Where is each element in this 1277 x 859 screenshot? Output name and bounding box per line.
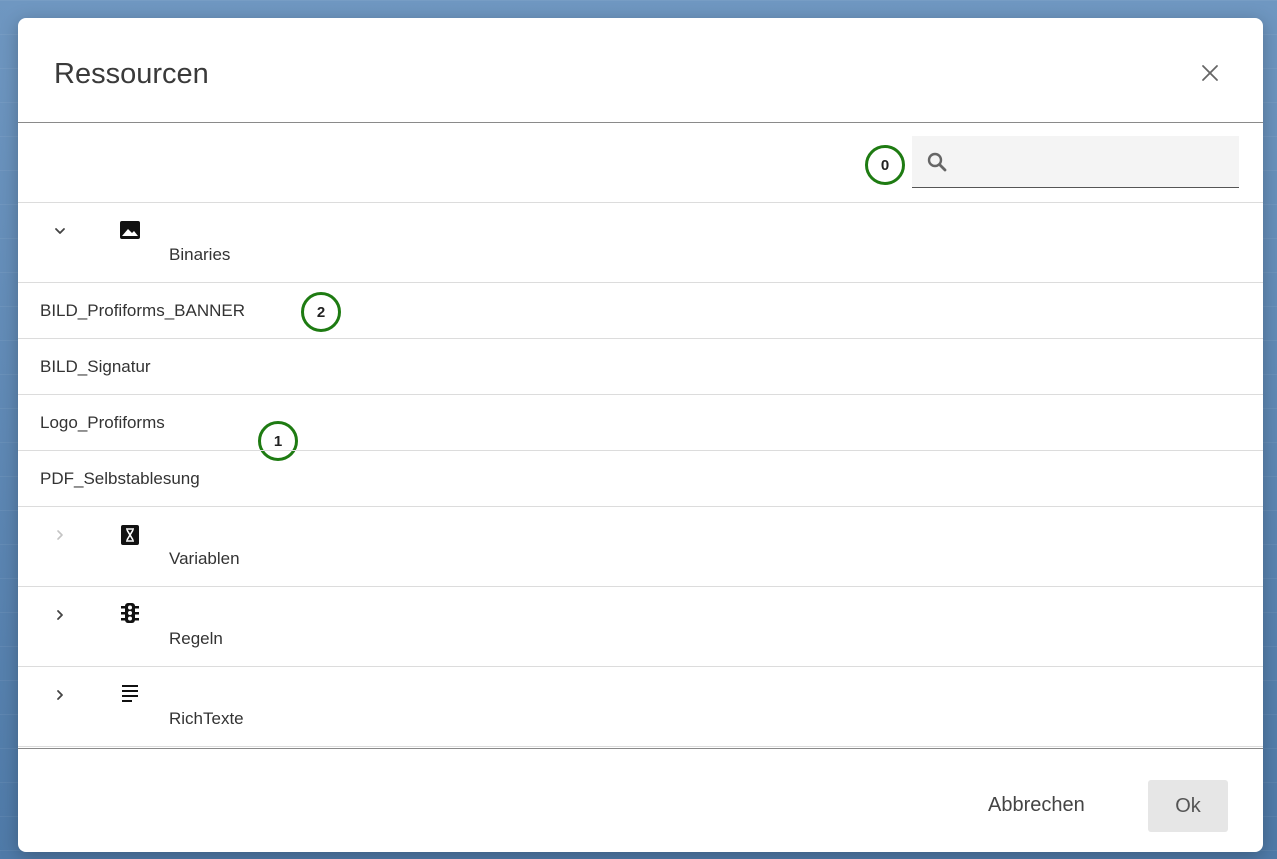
chevron-right-icon[interactable] — [52, 607, 68, 623]
tree-group-label: Regeln — [169, 629, 223, 648]
chevron-right-icon[interactable] — [52, 527, 68, 543]
search-input[interactable] — [956, 144, 1230, 182]
dialog-title: Ressourcen — [54, 58, 209, 90]
tree-item-label: PDF_Selbstablesung — [40, 469, 200, 488]
tree-group-richtexte[interactable]: RichTexte — [18, 667, 1263, 747]
search-field[interactable] — [912, 136, 1239, 188]
tree-item-label: Logo_Profiforms — [40, 413, 165, 432]
close-button[interactable] — [1197, 60, 1223, 86]
tree-item[interactable]: Logo_Profiforms — [18, 395, 1263, 451]
annotation-badge-2: 2 — [301, 292, 341, 332]
resources-dialog: Ressourcen 0 Binaries 1 BILD_Profiforms_… — [18, 18, 1263, 852]
variable-icon — [121, 525, 139, 545]
tree-item-label: BILD_Profiforms_BANNER — [40, 301, 246, 320]
close-icon — [1202, 65, 1218, 81]
tree-item-label: BILD_Signatur — [40, 357, 151, 376]
dialog-footer: Abbrechen Ok — [18, 748, 1263, 852]
ok-button[interactable]: Ok — [1148, 780, 1228, 832]
resource-tree: Binaries 1 BILD_Profiforms_BANNER BILD_S… — [18, 203, 1263, 747]
tree-item[interactable]: PDF_Selbstablesung — [18, 451, 1263, 507]
annotation-badge-0: 0 — [865, 145, 905, 185]
tree-group-regeln[interactable]: Regeln — [18, 587, 1263, 667]
chevron-down-icon[interactable] — [52, 223, 68, 239]
tree-group-label: Variablen — [169, 549, 240, 568]
tree-item[interactable]: BILD_Profiforms_BANNER — [18, 283, 1263, 339]
cancel-button[interactable]: Abbrechen — [974, 780, 1099, 830]
traffic-light-icon — [121, 603, 139, 623]
chevron-right-icon[interactable] — [52, 687, 68, 703]
text-lines-icon — [122, 685, 138, 702]
search-icon — [927, 152, 947, 172]
tree-group-binaries[interactable]: Binaries — [18, 203, 1263, 283]
tree-group-label: RichTexte — [169, 709, 244, 728]
tree-group-label: Binaries — [169, 245, 231, 264]
tree-item[interactable]: BILD_Signatur — [18, 339, 1263, 395]
dialog-header: Ressourcen — [18, 18, 1263, 123]
tree-group-variablen[interactable]: Variablen — [18, 507, 1263, 587]
image-icon — [120, 221, 140, 239]
